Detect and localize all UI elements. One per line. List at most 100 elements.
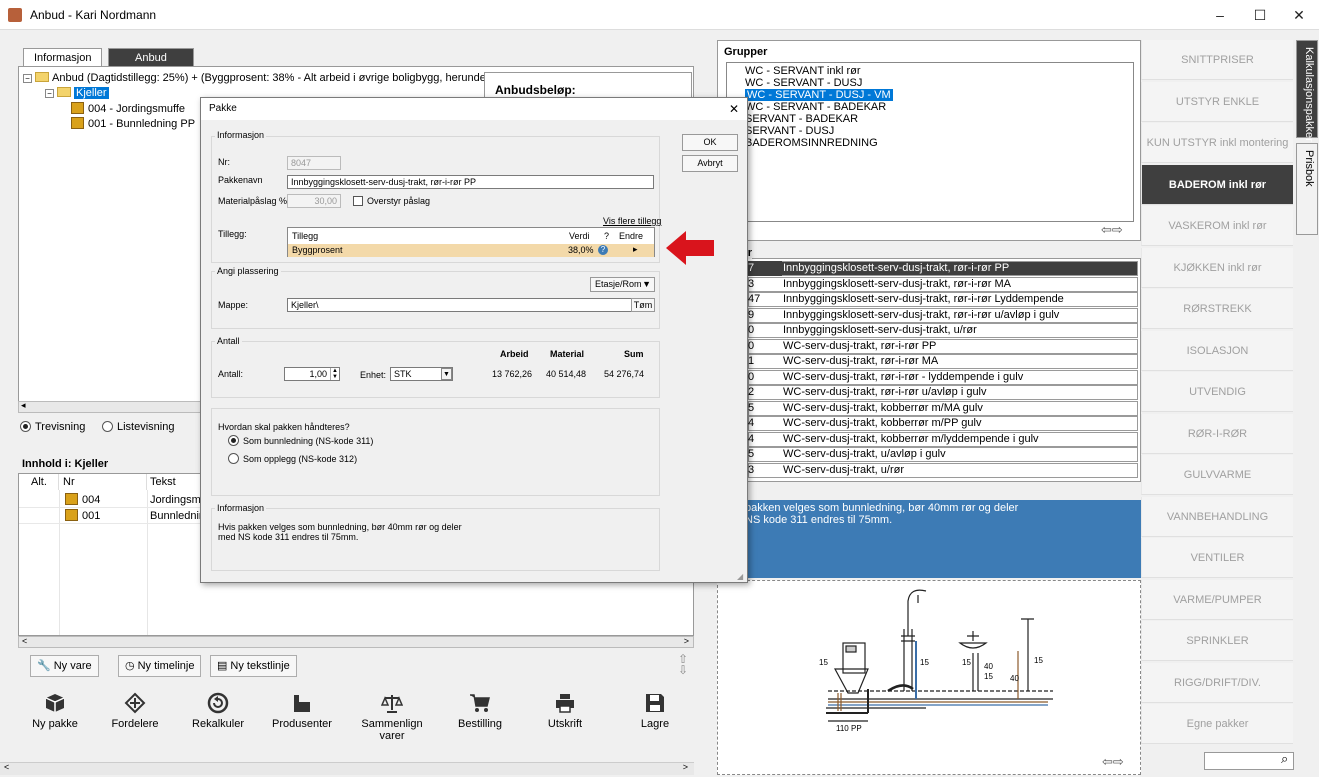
group-item[interactable]: WC - SERVANT inkl rør	[745, 65, 861, 77]
category-button[interactable]: BADEROM inkl rør	[1141, 164, 1293, 205]
group-item[interactable]: BADEROMSINNREDNING	[745, 137, 878, 149]
package-row[interactable]: WC-serv-dusj-trakt, kobberrør m/PP gulv	[748, 416, 1138, 431]
etasje-rom-dropdown[interactable]: Etasje/Rom ▼	[590, 277, 655, 292]
help-icon[interactable]: ?	[598, 245, 608, 255]
tom-button[interactable]: Tøm	[631, 298, 655, 312]
ny-timelinje-button[interactable]: ◷ Ny timelinje	[118, 655, 202, 677]
tree-folder-kjeller[interactable]: − Kjeller	[45, 87, 109, 99]
package-row[interactable]: WC-serv-dusj-trakt, rør-i-rør PP	[748, 338, 1138, 354]
lagre-button[interactable]: Lagre	[620, 692, 690, 730]
column-header-alt[interactable]: Alt.	[19, 474, 59, 490]
search-icon[interactable]: ⌕	[1281, 751, 1288, 767]
resize-grip-icon[interactable]: ◢	[737, 572, 743, 581]
group-item[interactable]: WC - SERVANT - DUSJ - VM	[745, 89, 893, 101]
mappe-field[interactable]: Kjeller\	[287, 298, 655, 312]
view-option-list[interactable]: Listevisning	[102, 421, 174, 433]
close-button[interactable]: ✕	[1279, 4, 1319, 26]
package-row[interactable]: Innbyggingsklosett-serv-dusj-trakt, rør-…	[748, 307, 1138, 323]
package-row[interactable]: Innbyggingsklosett-serv-dusj-trakt, u/rø…	[748, 323, 1138, 338]
radio-icon[interactable]	[228, 435, 239, 446]
maximize-button[interactable]: ☐	[1240, 4, 1280, 26]
category-button[interactable]: SPRINKLER	[1141, 621, 1293, 661]
category-button[interactable]: Egne pakker	[1141, 704, 1293, 744]
ok-button[interactable]: OK	[682, 134, 738, 151]
radio-icon[interactable]	[20, 421, 31, 432]
package-row[interactable]: WC-serv-dusj-trakt, u/rør	[748, 462, 1138, 478]
package-row[interactable]: WC-serv-dusj-trakt, kobberrør m/MA gulv	[748, 400, 1138, 416]
package-row[interactable]: WC-serv-dusj-trakt, rør-i-rør MA	[748, 354, 1138, 369]
column-header-nr[interactable]: Nr	[59, 474, 147, 490]
tree-item[interactable]: 004 - Jordingsmuffe	[71, 102, 185, 115]
package-row[interactable]: Innbyggingsklosett-serv-dusj-trakt, rør-…	[748, 292, 1138, 307]
radio-icon[interactable]	[102, 421, 113, 432]
category-button[interactable]: VANNBEHANDLING	[1141, 496, 1293, 537]
utskrift-button[interactable]: Utskrift	[530, 692, 600, 730]
scroll-right-icon[interactable]: >	[684, 636, 689, 646]
category-button[interactable]: GULVVARME	[1141, 455, 1293, 495]
tillegg-table[interactable]: Tillegg Verdi ? Endre Byggprosent 38,0% …	[287, 227, 655, 257]
handling-option-opplegg[interactable]: Som opplegg (NS-kode 312)	[228, 453, 357, 464]
bestilling-button[interactable]: Bestilling	[445, 692, 515, 730]
tillegg-row[interactable]: Byggprosent 38,0% ? ▸	[288, 244, 654, 257]
category-button[interactable]: SNITTPRISER	[1141, 40, 1293, 80]
category-button[interactable]: UTVENDIG	[1141, 372, 1293, 412]
rekalkuler-button[interactable]: Rekalkuler	[183, 692, 253, 730]
pakker-panel[interactable]: ter Innbyggingsklosett-serv-dusj-trakt, …	[717, 247, 1141, 482]
category-button[interactable]: UTSTYR ENKLE	[1141, 81, 1293, 122]
scroll-left-icon[interactable]: <	[22, 636, 27, 646]
grupper-list[interactable]: WC - SERVANT inkl rør WC - SERVANT - DUSJ…	[726, 62, 1134, 222]
resize-arrows-icon[interactable]: ⇦⇨	[1102, 754, 1124, 770]
produsenter-button[interactable]: Produsenter	[267, 692, 337, 730]
main-hscrollbar[interactable]: < >	[0, 762, 694, 775]
vis-flere-tillegg-link[interactable]: Vis flere tillegg	[603, 216, 661, 226]
tab-prisbok[interactable]: Prisbok	[1296, 143, 1318, 235]
package-row[interactable]: Innbyggingsklosett-serv-dusj-trakt, rør-…	[748, 261, 1138, 276]
view-option-tree[interactable]: Trevisning	[20, 421, 85, 433]
scroll-left-icon[interactable]: ◂	[21, 400, 26, 411]
category-button[interactable]: ISOLASJON	[1141, 330, 1293, 371]
endre-arrow-icon[interactable]: ▸	[633, 244, 638, 255]
group-item[interactable]: SERVANT - DUSJ	[745, 125, 834, 137]
tab-informasjon[interactable]: Informasjon	[23, 48, 103, 66]
collapse-icon[interactable]: −	[23, 74, 32, 83]
collapse-icon[interactable]: −	[45, 89, 54, 98]
fordelere-button[interactable]: Fordelere	[100, 692, 170, 730]
package-row[interactable]: Innbyggingsklosett-serv-dusj-trakt, rør-…	[748, 276, 1138, 292]
group-item[interactable]: SERVANT - BADEKAR	[745, 113, 858, 125]
category-button[interactable]: KJØKKEN inkl rør	[1141, 247, 1293, 288]
resize-arrows-icon[interactable]: ⇦⇨	[1101, 222, 1123, 238]
cancel-button[interactable]: Avbryt	[682, 155, 738, 172]
package-row[interactable]: WC-serv-dusj-trakt, kobberrør m/lyddempe…	[748, 431, 1138, 447]
ny-tekstlinje-button[interactable]: ▤ Ny tekstlinje	[210, 655, 297, 677]
move-updown-icon[interactable]: ⇧ ⇩	[678, 653, 688, 676]
category-button[interactable]: VENTILER	[1141, 538, 1293, 578]
tree-root[interactable]: − Anbud (Dagtidstillegg: 25%) + (Byggpros…	[23, 72, 490, 84]
handling-option-bunnledning[interactable]: Som bunnledning (NS-kode 311)	[228, 435, 373, 446]
radio-icon[interactable]	[228, 453, 239, 464]
overstyr-checkbox[interactable]: Overstyr påslag	[353, 196, 430, 206]
stepper-arrows-icon[interactable]: ▲ ▼	[330, 368, 339, 380]
checkbox-icon[interactable]	[353, 196, 363, 206]
package-row[interactable]: WC-serv-dusj-trakt, rør-i-rør - lyddempe…	[748, 369, 1138, 385]
category-button[interactable]: KUN UTSTYR inkl montering	[1141, 123, 1293, 163]
category-button[interactable]: RIGG/DRIFT/DIV.	[1141, 662, 1293, 703]
dropdown-icon[interactable]: ▼	[441, 368, 452, 380]
category-button[interactable]: RØR-I-RØR	[1141, 413, 1293, 454]
tree-item[interactable]: 001 - Bunnledning PP	[71, 117, 195, 130]
pakkenavn-field[interactable]: Innbyggingsklosett-serv-dusj-trakt, rør-…	[287, 175, 654, 189]
group-item[interactable]: WC - SERVANT - DUSJ	[745, 77, 862, 89]
ny-vare-button[interactable]: 🔧 Ny vare	[30, 655, 99, 677]
category-button[interactable]: VASKEROM inkl rør	[1141, 206, 1293, 246]
ny-pakke-button[interactable]: Ny pakke	[20, 692, 90, 730]
category-button[interactable]: RØRSTREKK	[1141, 289, 1293, 329]
tab-kalkulasjonspakker[interactable]: Kalkulasjonspakker	[1296, 40, 1318, 142]
scroll-right-icon[interactable]: >	[683, 762, 688, 772]
package-row[interactable]: WC-serv-dusj-trakt, u/avløp i gulv	[748, 447, 1138, 462]
package-row[interactable]: WC-serv-dusj-trakt, rør-i-rør u/avløp i …	[748, 385, 1138, 400]
scroll-left-icon[interactable]: <	[4, 762, 9, 772]
dialog-close-button[interactable]: ✕	[729, 98, 739, 120]
sammenlign-varer-button[interactable]: Sammenlign varer	[354, 692, 430, 742]
group-item[interactable]: WC - SERVANT - BADEKAR	[745, 101, 886, 113]
minimize-button[interactable]: –	[1200, 4, 1240, 26]
tab-anbud[interactable]: Anbud	[108, 48, 194, 66]
